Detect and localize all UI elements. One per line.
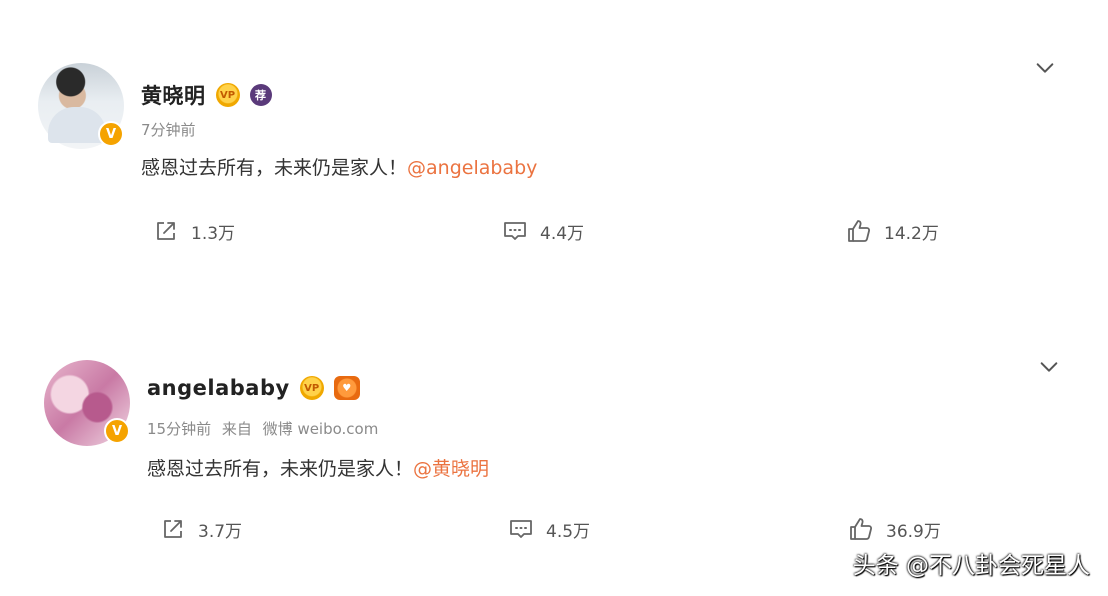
username[interactable]: 黄晓明 bbox=[141, 80, 206, 110]
share-count: 3.7万 bbox=[198, 521, 243, 542]
post-meta: 7分钟前 bbox=[141, 119, 196, 140]
chevron-down-icon[interactable] bbox=[1038, 356, 1060, 378]
fan-badge-icon[interactable]: ♥ bbox=[333, 376, 360, 400]
post-body: 感恩过去所有，未来仍是家人！ bbox=[147, 458, 414, 480]
chevron-down-icon[interactable] bbox=[1034, 57, 1056, 79]
like-icon bbox=[848, 220, 871, 242]
member-badge-icon[interactable]: 荐 bbox=[249, 84, 272, 106]
source-prefix: 来自 bbox=[221, 420, 252, 438]
share-icon bbox=[157, 222, 175, 240]
share-button[interactable]: 3.7万 bbox=[160, 516, 242, 542]
watermark: 头条 @不八卦会死星人 bbox=[852, 553, 1090, 579]
action-bar: 3.7万 4.5万 36.9万 bbox=[0, 516, 1108, 546]
post-meta: 15分钟前 来自 微博 weibo.com bbox=[147, 418, 378, 439]
comment-icon bbox=[504, 222, 526, 240]
comment-icon bbox=[510, 520, 532, 538]
verified-badge-icon: V bbox=[104, 418, 130, 444]
share-button[interactable]: 1.3万 bbox=[153, 218, 235, 244]
user-header: 黄晓明 VP 荐 bbox=[141, 80, 272, 110]
user-header: angelababy VP ♥ bbox=[147, 376, 360, 400]
vip-level-icon[interactable]: VP bbox=[299, 376, 324, 400]
like-button[interactable]: 14.2万 bbox=[846, 218, 939, 244]
avatar[interactable]: V bbox=[38, 63, 124, 149]
post-source[interactable]: 微博 weibo.com bbox=[263, 420, 379, 438]
post-time[interactable]: 7分钟前 bbox=[141, 121, 196, 139]
comment-button[interactable]: 4.5万 bbox=[508, 516, 590, 542]
vip-level-icon[interactable]: VP bbox=[215, 83, 240, 107]
like-count: 14.2万 bbox=[884, 223, 939, 244]
post-time[interactable]: 15分钟前 bbox=[147, 420, 211, 438]
share-count: 1.3万 bbox=[191, 223, 236, 244]
post-text: 感恩过去所有，未来仍是家人！@angelababy bbox=[141, 153, 537, 180]
username[interactable]: angelababy bbox=[147, 376, 290, 400]
verified-badge-icon: V bbox=[98, 121, 124, 147]
like-icon bbox=[850, 518, 873, 540]
post-text: 感恩过去所有，未来仍是家人！@黄晓明 bbox=[147, 454, 489, 481]
post-body: 感恩过去所有，未来仍是家人！ bbox=[141, 157, 408, 179]
action-bar: 1.3万 4.4万 14.2万 bbox=[0, 218, 1108, 248]
avatar[interactable]: V bbox=[44, 360, 130, 446]
like-button[interactable]: 36.9万 bbox=[848, 516, 941, 542]
like-count: 36.9万 bbox=[886, 521, 941, 542]
mention-link[interactable]: @黄晓明 bbox=[413, 458, 489, 480]
share-icon bbox=[164, 520, 182, 538]
comment-button[interactable]: 4.4万 bbox=[502, 218, 584, 244]
comment-count: 4.4万 bbox=[540, 223, 585, 244]
comment-count: 4.5万 bbox=[546, 521, 591, 542]
mention-link[interactable]: @angelababy bbox=[407, 157, 537, 179]
